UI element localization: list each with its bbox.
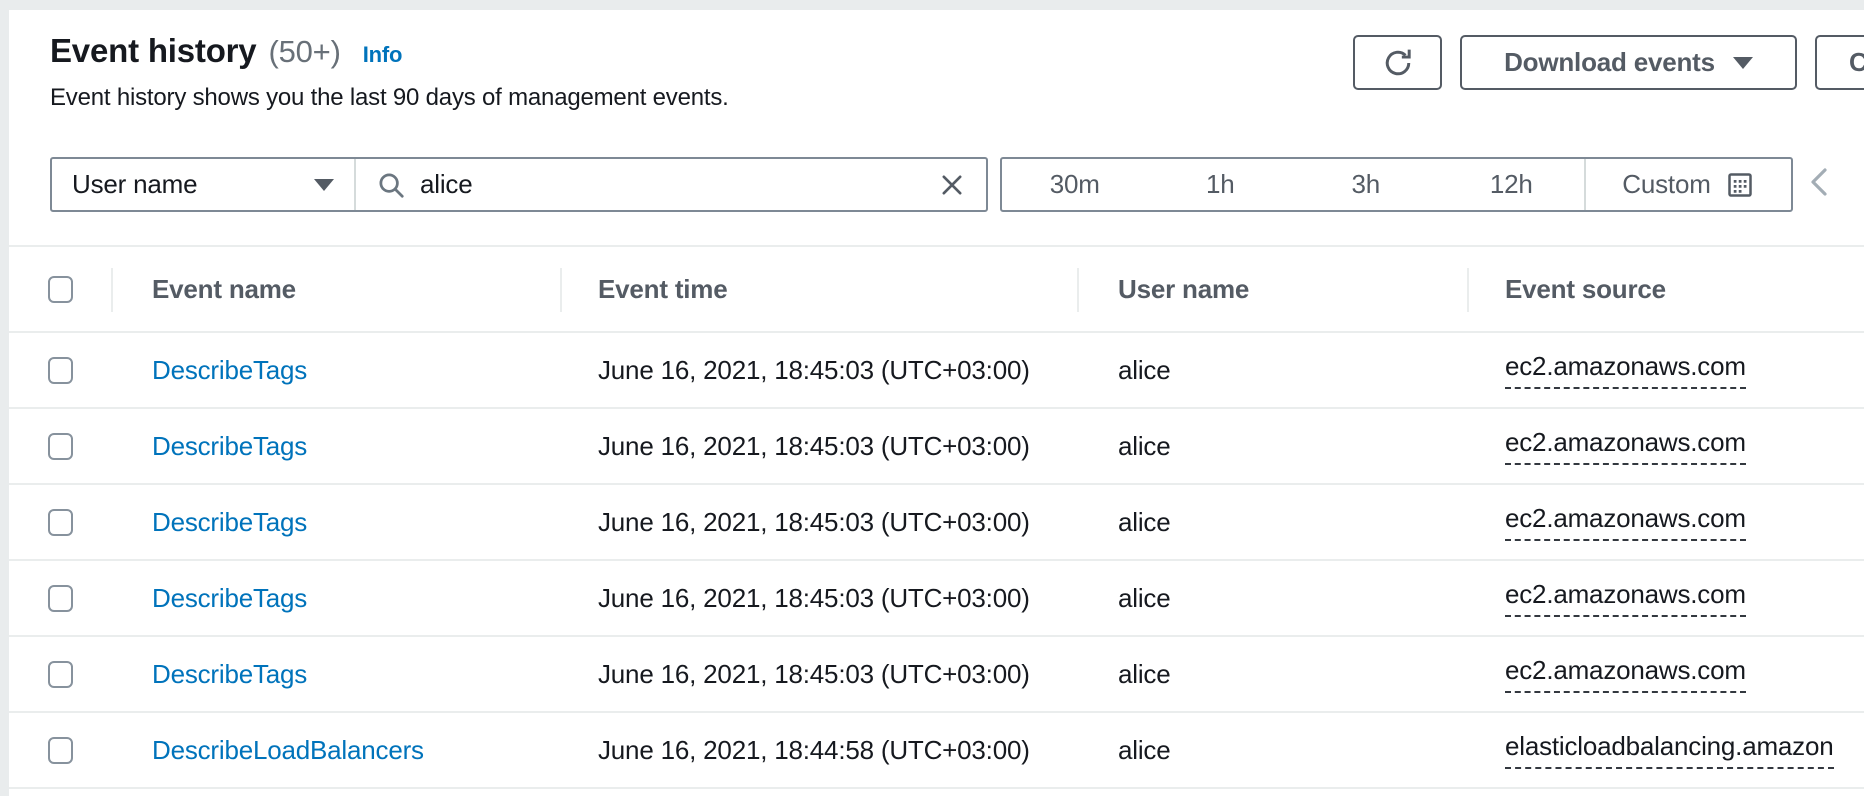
event-source-tooltip-text[interactable]: ec2.amazonaws.com [1505, 655, 1746, 693]
table-header-row: Event name Event time User name Event so… [9, 247, 1864, 333]
clipped-right-button[interactable]: C [1815, 35, 1864, 90]
event-source-tooltip-text[interactable]: ec2.amazonaws.com [1505, 351, 1746, 389]
event-time-cell: June 16, 2021, 18:45:03 (UTC+03:00) [560, 507, 1077, 538]
info-link[interactable]: Info [363, 42, 403, 68]
column-header-event-source[interactable]: Event source [1467, 247, 1864, 331]
row-checkbox[interactable] [48, 433, 73, 460]
event-name-link[interactable]: DescribeTags [111, 355, 560, 386]
table-row: DescribeTags June 16, 2021, 18:45:03 (UT… [9, 485, 1864, 561]
table-row: DescribeLoadBalancers June 16, 2021, 18:… [9, 713, 1864, 789]
calendar-grid-icon [1725, 170, 1755, 200]
collapse-panel-chevron-left-icon[interactable] [1806, 162, 1832, 207]
filter-attribute-select[interactable]: User name [52, 159, 356, 210]
column-header-user-name[interactable]: User name [1077, 247, 1467, 331]
row-checkbox[interactable] [48, 737, 73, 764]
user-name-cell: alice [1077, 659, 1467, 690]
page-header: Event history (50+) Info [50, 32, 402, 70]
event-history-table: Event name Event time User name Event so… [9, 247, 1864, 789]
event-source-cell: ec2.amazonaws.com [1467, 503, 1864, 541]
event-source-tooltip-text[interactable]: ec2.amazonaws.com [1505, 427, 1746, 465]
event-name-link[interactable]: DescribeTags [111, 431, 560, 462]
time-range-selector: 30m 1h 3h 12h Custom [1000, 157, 1793, 212]
event-source-tooltip-text[interactable]: ec2.amazonaws.com [1505, 503, 1746, 541]
row-checkbox[interactable] [48, 509, 73, 536]
event-name-link[interactable]: DescribeTags [111, 659, 560, 690]
chevron-down-icon [1733, 57, 1753, 69]
user-name-cell: alice [1077, 583, 1467, 614]
user-name-cell: alice [1077, 507, 1467, 538]
event-source-tooltip-text[interactable]: ec2.amazonaws.com [1505, 579, 1746, 617]
user-name-cell: alice [1077, 735, 1467, 766]
download-events-label: Download events [1504, 47, 1715, 78]
time-range-3h[interactable]: 3h [1293, 159, 1439, 210]
event-source-cell: ec2.amazonaws.com [1467, 579, 1864, 617]
event-history-page: Event history (50+) Info Event history s… [0, 0, 1864, 796]
refresh-button[interactable] [1353, 35, 1442, 90]
user-name-cell: alice [1077, 431, 1467, 462]
event-name-link[interactable]: DescribeLoadBalancers [111, 735, 560, 766]
event-source-cell: ec2.amazonaws.com [1467, 655, 1864, 693]
event-time-cell: June 16, 2021, 18:45:03 (UTC+03:00) [560, 659, 1077, 690]
table-row: DescribeTags June 16, 2021, 18:45:03 (UT… [9, 409, 1864, 485]
time-range-30m[interactable]: 30m [1002, 159, 1148, 210]
row-checkbox[interactable] [48, 585, 73, 612]
select-all-cell [9, 247, 111, 331]
time-range-custom[interactable]: Custom [1584, 159, 1791, 210]
page-description: Event history shows you the last 90 days… [50, 84, 729, 112]
row-checkbox[interactable] [48, 357, 73, 384]
column-header-event-time[interactable]: Event time [560, 247, 1077, 331]
time-range-1h[interactable]: 1h [1148, 159, 1294, 210]
clear-filter-button[interactable] [938, 171, 966, 199]
page-title: Event history [50, 32, 256, 70]
event-name-link[interactable]: DescribeTags [111, 507, 560, 538]
result-count-badge: (50+) [268, 34, 340, 70]
user-name-cell: alice [1077, 355, 1467, 386]
search-input[interactable] [420, 169, 938, 200]
event-source-cell: elasticloadbalancing.amazon [1467, 731, 1864, 769]
event-name-link[interactable]: DescribeTags [111, 583, 560, 614]
table-row: DescribeTags June 16, 2021, 18:45:03 (UT… [9, 561, 1864, 637]
table-row: DescribeTags June 16, 2021, 18:45:03 (UT… [9, 333, 1864, 409]
event-source-cell: ec2.amazonaws.com [1467, 351, 1864, 389]
event-time-cell: June 16, 2021, 18:44:58 (UTC+03:00) [560, 735, 1077, 766]
search-icon [376, 170, 406, 200]
column-header-event-name[interactable]: Event name [111, 247, 560, 331]
filter-attribute-value: User name [72, 169, 197, 200]
event-filter-control: User name [50, 157, 988, 212]
refresh-icon [1381, 46, 1415, 80]
table-body: DescribeTags June 16, 2021, 18:45:03 (UT… [9, 333, 1864, 789]
download-events-button[interactable]: Download events [1460, 35, 1797, 90]
event-time-cell: June 16, 2021, 18:45:03 (UTC+03:00) [560, 583, 1077, 614]
event-source-cell: ec2.amazonaws.com [1467, 427, 1864, 465]
page-left-edge [0, 10, 9, 796]
event-source-tooltip-text[interactable]: elasticloadbalancing.amazon [1505, 731, 1834, 769]
select-all-checkbox[interactable] [48, 276, 73, 303]
event-time-cell: June 16, 2021, 18:45:03 (UTC+03:00) [560, 431, 1077, 462]
page-top-edge [0, 0, 1864, 10]
filter-search-area [356, 159, 986, 210]
event-time-cell: June 16, 2021, 18:45:03 (UTC+03:00) [560, 355, 1077, 386]
close-icon [938, 171, 966, 199]
chevron-down-icon [314, 179, 334, 191]
row-checkbox[interactable] [48, 661, 73, 688]
custom-range-label: Custom [1622, 169, 1710, 200]
clipped-right-button-label: C [1849, 47, 1864, 78]
table-row: DescribeTags June 16, 2021, 18:45:03 (UT… [9, 637, 1864, 713]
time-range-12h[interactable]: 12h [1439, 159, 1585, 210]
